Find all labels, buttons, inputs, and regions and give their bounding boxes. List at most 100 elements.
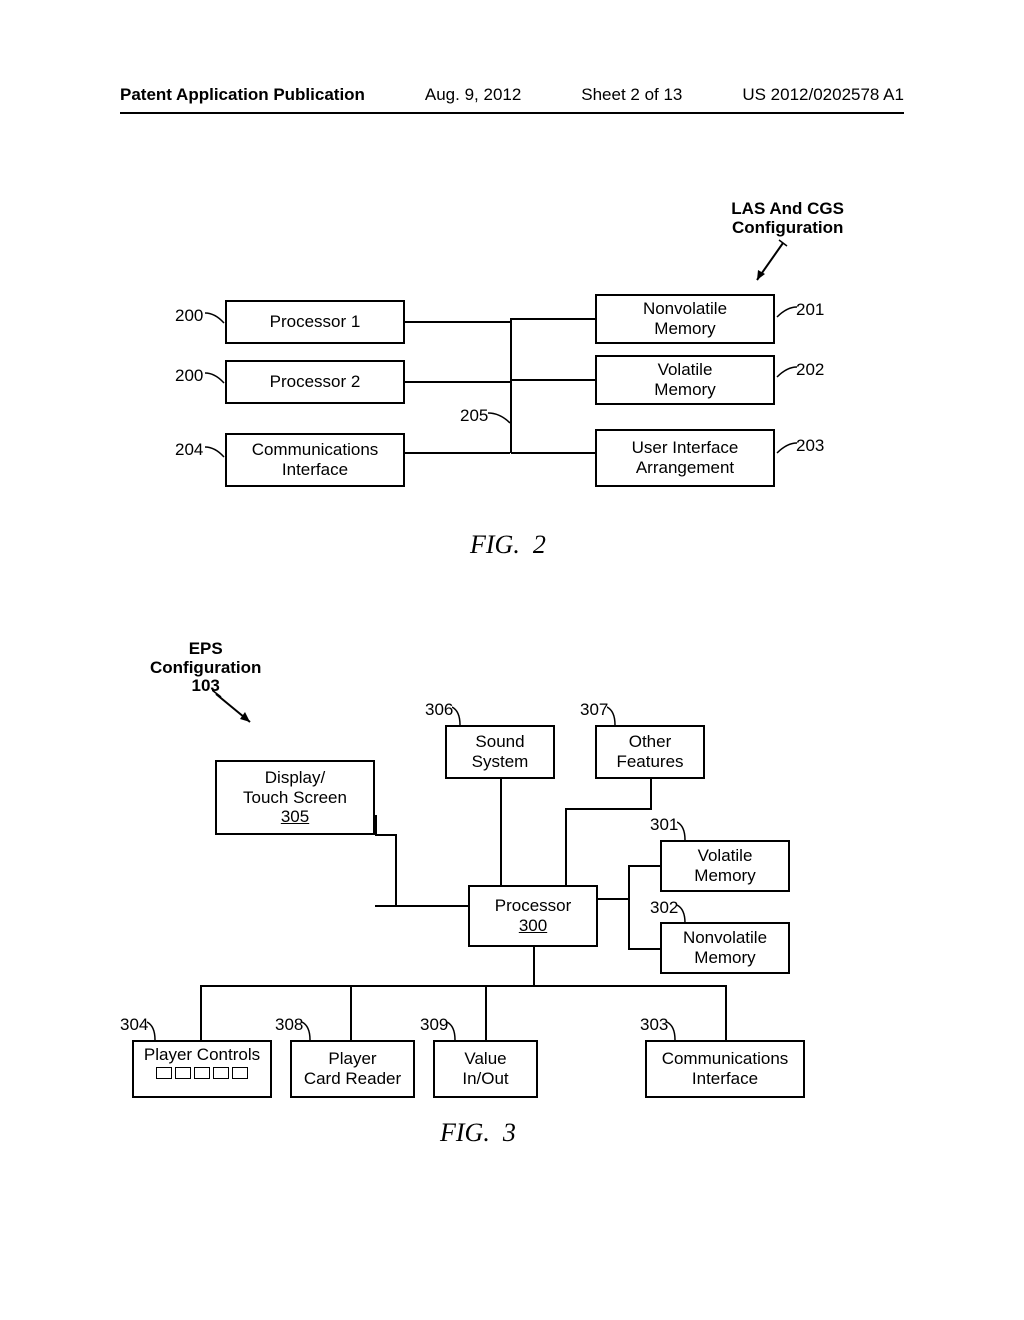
fig2-leader bbox=[775, 364, 799, 380]
fig3-preader-label: Player Card Reader bbox=[304, 1049, 401, 1088]
fig3-leader bbox=[667, 1020, 685, 1042]
fig3-leader bbox=[302, 1020, 320, 1042]
fig2-leader bbox=[488, 410, 513, 426]
fig3-ref-309: 309 bbox=[420, 1015, 448, 1035]
fig3-conn bbox=[350, 985, 352, 1040]
fig2-leader bbox=[775, 440, 799, 456]
fig3-title-l1: EPS bbox=[189, 639, 223, 658]
fig3-conn bbox=[598, 898, 628, 900]
fig3-conn bbox=[485, 985, 487, 1040]
fig3-conn bbox=[628, 865, 630, 950]
fig2-ref-204: 204 bbox=[175, 440, 203, 460]
fig3-ref-301: 301 bbox=[650, 815, 678, 835]
fig3-conn bbox=[628, 948, 660, 950]
fig3-comm-label: Communications Interface bbox=[662, 1049, 789, 1088]
fig3-display-ref: 305 bbox=[281, 807, 309, 827]
fig2-ref-202: 202 bbox=[796, 360, 824, 380]
fig2-ref-201: 201 bbox=[796, 300, 824, 320]
fig2-title: LAS And CGS Configuration bbox=[731, 200, 844, 237]
fig3-nvmem-label: Nonvolatile Memory bbox=[683, 928, 767, 967]
fig2-conn bbox=[405, 321, 510, 323]
fig3-ref-304: 304 bbox=[120, 1015, 148, 1035]
fig3-other-label: Other Features bbox=[616, 732, 683, 771]
fig3-box-player-controls: Player Controls bbox=[132, 1040, 272, 1098]
header-sheet: Sheet 2 of 13 bbox=[581, 85, 682, 105]
fig2-ref-200b: 200 bbox=[175, 366, 203, 386]
fig2-conn bbox=[511, 379, 595, 381]
fig2-conn bbox=[511, 452, 595, 454]
fig2-leader bbox=[205, 444, 227, 460]
fig2-nvmem-label: Nonvolatile Memory bbox=[643, 299, 727, 338]
fig3-ref-302: 302 bbox=[650, 898, 678, 918]
fig3-display-l2: Touch Screen bbox=[243, 788, 347, 808]
figure-3: EPS Configuration 103 Display/ Touch Scr… bbox=[120, 640, 904, 1160]
header-rule bbox=[120, 112, 904, 114]
fig3-box-value-inout: Value In/Out bbox=[433, 1040, 538, 1098]
fig2-box-comm: Communications Interface bbox=[225, 433, 405, 487]
fig3-conn bbox=[565, 808, 567, 885]
fig3-conn bbox=[650, 779, 652, 809]
header-pubno: US 2012/0202578 A1 bbox=[742, 85, 904, 105]
fig3-caption: FIG. 3 bbox=[440, 1118, 516, 1148]
fig3-conn bbox=[375, 834, 397, 836]
fig3-box-nvmem: Nonvolatile Memory bbox=[660, 922, 790, 974]
fig2-box-nvmem: Nonvolatile Memory bbox=[595, 294, 775, 344]
fig3-box-other: Other Features bbox=[595, 725, 705, 779]
fig3-leader bbox=[677, 903, 695, 925]
fig3-box-vmem: Volatile Memory bbox=[660, 840, 790, 892]
fig3-conn bbox=[395, 835, 397, 905]
figure-2: LAS And CGS Configuration Processor 1 Pr… bbox=[120, 200, 904, 600]
fig3-title-l2: Configuration bbox=[150, 658, 261, 677]
fig3-ref-306: 306 bbox=[425, 700, 453, 720]
fig2-conn bbox=[405, 381, 510, 383]
fig3-box-comm: Communications Interface bbox=[645, 1040, 805, 1098]
fig3-conn bbox=[533, 947, 535, 987]
fig3-conn bbox=[500, 779, 502, 885]
fig3-ref-303: 303 bbox=[640, 1015, 668, 1035]
fig3-pcontrols-label: Player Controls bbox=[144, 1045, 260, 1065]
fig2-ref-205: 205 bbox=[460, 406, 488, 426]
fig3-pc-buttons-icon bbox=[156, 1067, 248, 1079]
fig3-valio-label: Value In/Out bbox=[462, 1049, 508, 1088]
fig2-box-processor2: Processor 2 bbox=[225, 360, 405, 404]
fig2-processor1-label: Processor 1 bbox=[270, 312, 361, 332]
fig2-title-line1: LAS And CGS bbox=[731, 199, 844, 218]
fig2-box-ui: User Interface Arrangement bbox=[595, 429, 775, 487]
fig3-leader bbox=[147, 1020, 165, 1042]
fig3-conn bbox=[375, 815, 377, 835]
page-header: Patent Application Publication Aug. 9, 2… bbox=[120, 85, 904, 105]
fig2-title-arrow-icon bbox=[749, 238, 789, 288]
fig3-box-player-card-reader: Player Card Reader bbox=[290, 1040, 415, 1098]
fig2-conn bbox=[405, 452, 510, 454]
fig3-title-arrow-icon bbox=[212, 688, 260, 730]
fig2-processor2-label: Processor 2 bbox=[270, 372, 361, 392]
fig3-vmem-label: Volatile Memory bbox=[694, 846, 755, 885]
fig2-leader bbox=[775, 304, 799, 320]
fig2-comm-label: Communications Interface bbox=[252, 440, 379, 479]
fig2-ui-label: User Interface Arrangement bbox=[632, 438, 739, 477]
header-date: Aug. 9, 2012 bbox=[425, 85, 521, 105]
fig3-sound-label: Sound System bbox=[472, 732, 529, 771]
fig3-conn bbox=[725, 985, 727, 1040]
fig3-conn bbox=[200, 985, 725, 987]
fig2-box-vmem: Volatile Memory bbox=[595, 355, 775, 405]
fig3-processor-label: Processor bbox=[495, 896, 572, 916]
fig3-leader bbox=[447, 1020, 465, 1042]
fig2-conn bbox=[511, 318, 595, 320]
fig2-title-line2: Configuration bbox=[732, 218, 843, 237]
fig3-leader bbox=[452, 705, 470, 727]
fig3-box-sound: Sound System bbox=[445, 725, 555, 779]
fig3-leader bbox=[607, 705, 625, 727]
fig3-conn bbox=[628, 865, 660, 867]
fig3-ref-308: 308 bbox=[275, 1015, 303, 1035]
fig3-box-processor: Processor 300 bbox=[468, 885, 598, 947]
fig2-caption: FIG. 2 bbox=[470, 530, 546, 560]
fig2-ref-200a: 200 bbox=[175, 306, 203, 326]
fig3-conn bbox=[200, 985, 202, 1040]
header-publication: Patent Application Publication bbox=[120, 85, 365, 105]
fig2-leader bbox=[205, 310, 227, 326]
fig2-bus bbox=[510, 318, 512, 453]
fig2-leader bbox=[205, 370, 227, 386]
fig3-display-l1: Display/ bbox=[265, 768, 325, 788]
fig2-ref-203: 203 bbox=[796, 436, 824, 456]
